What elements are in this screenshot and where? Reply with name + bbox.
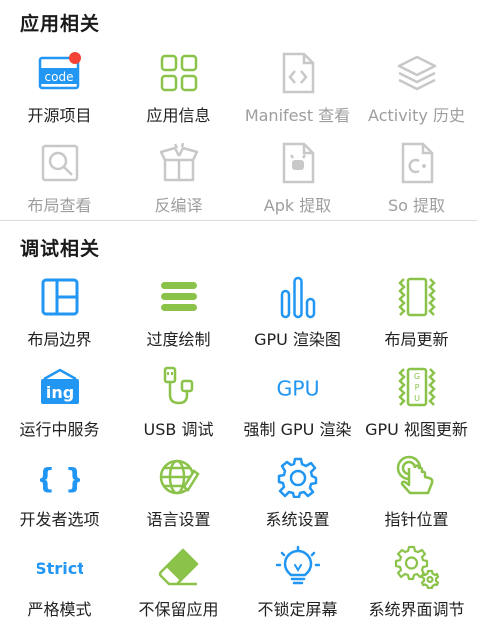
tile-label: 应用信息	[146, 106, 211, 125]
settings-gear-icon	[275, 454, 321, 500]
tile-label: 运行中服务	[19, 420, 100, 439]
tile-label: 系统设置	[265, 510, 330, 529]
svg-text:G: G	[413, 372, 419, 381]
tile-label: 不锁定屏幕	[257, 600, 338, 619]
layout-view-tile[interactable]: 布局查看	[0, 140, 119, 230]
svg-text:code: code	[44, 70, 73, 84]
tile-label: 反编译	[154, 196, 203, 215]
svg-text:U: U	[414, 394, 420, 403]
developer-options-tile[interactable]: { } 开发者选项	[0, 454, 119, 544]
layout-bounds-tile[interactable]: 布局边界	[0, 274, 119, 364]
activity-history-tile[interactable]: Activity 历史	[357, 50, 476, 140]
grid-apps-icon	[156, 50, 202, 96]
tile-label: 指针位置	[384, 510, 449, 529]
tile-label: 强制 GPU 渲染	[243, 420, 352, 439]
tile-label: 布局更新	[384, 330, 449, 349]
app-info-tile[interactable]: 应用信息	[119, 50, 238, 140]
layout-update-icon	[394, 274, 440, 320]
apk-extract-tile[interactable]: Apk 提取	[238, 140, 357, 230]
so-extract-tile[interactable]: So 提取	[357, 140, 476, 230]
pointer-touch-icon	[394, 454, 440, 500]
decompile-tile[interactable]: 反编译	[119, 140, 238, 230]
gpu-text-icon: GPU	[275, 364, 321, 410]
tile-label: 过度绘制	[146, 330, 211, 349]
tile-label: 系统界面调节	[368, 600, 465, 619]
braces-icon: { }	[37, 454, 83, 500]
svg-text:P: P	[414, 383, 419, 392]
running-services-tile[interactable]: ing 运行中服务	[0, 364, 119, 454]
svg-text:GPU: GPU	[276, 377, 319, 401]
usb-icon	[156, 364, 202, 410]
pointer-location-tile[interactable]: 指针位置	[357, 454, 476, 544]
code-icon: code	[37, 50, 83, 96]
overdraw-tile[interactable]: 过度绘制	[119, 274, 238, 364]
tile-label: 严格模式	[27, 600, 92, 619]
section-title-debug: 调试相关	[20, 238, 101, 260]
layers-icon	[394, 50, 440, 96]
system-settings-tile[interactable]: 系统设置	[238, 454, 357, 544]
section-title-app: 应用相关	[20, 13, 101, 35]
tile-label: So 提取	[387, 196, 446, 215]
strict-icon: Strict	[37, 544, 83, 590]
tile-label: 开发者选项	[19, 510, 100, 529]
so-file-icon	[394, 140, 440, 186]
layout-search-icon	[37, 140, 83, 186]
tile-label: 不保留应用	[138, 600, 219, 619]
tile-label: 布局边界	[27, 330, 92, 349]
system-ui-gears-icon	[394, 544, 440, 590]
decompile-box-icon	[156, 140, 202, 186]
eraser-icon	[156, 544, 202, 590]
language-globe-icon	[156, 454, 202, 500]
tile-label: Manifest 查看	[244, 106, 351, 125]
svg-text:{ }: { }	[40, 462, 80, 495]
force-gpu-render-tile[interactable]: GPU 强制 GPU 渲染	[238, 364, 357, 454]
tile-label: Apk 提取	[263, 196, 332, 215]
gpu-view-update-tile[interactable]: G P U GPU 视图更新	[357, 364, 476, 454]
tile-label: GPU 视图更新	[365, 420, 468, 439]
lightbulb-icon	[275, 544, 321, 590]
open-source-projects-tile[interactable]: code 开源项目	[0, 50, 119, 140]
overdraw-icon	[156, 274, 202, 320]
section-divider	[0, 220, 477, 221]
manifest-file-icon	[275, 50, 321, 96]
gpu-render-graph-tile[interactable]: GPU 渲染图	[238, 274, 357, 364]
tile-label: USB 调试	[143, 420, 214, 439]
layout-bounds-icon	[37, 274, 83, 320]
layout-update-tile[interactable]: 布局更新	[357, 274, 476, 364]
svg-text:ing: ing	[45, 383, 73, 402]
apk-file-icon	[275, 140, 321, 186]
tile-label: GPU 渲染图	[254, 330, 341, 349]
gpu-view-update-icon: G P U	[394, 364, 440, 410]
tile-label: Activity 历史	[368, 106, 465, 125]
svg-text:Strict: Strict	[37, 559, 83, 578]
running-services-icon: ing	[37, 364, 83, 410]
manifest-view-tile[interactable]: Manifest 查看	[238, 50, 357, 140]
tile-label: 语言设置	[146, 510, 211, 529]
tile-label: 开源项目	[27, 106, 92, 125]
tile-label: 布局查看	[27, 196, 92, 215]
usb-debug-tile[interactable]: USB 调试	[119, 364, 238, 454]
gpu-bars-icon	[275, 274, 321, 320]
language-settings-tile[interactable]: 语言设置	[119, 454, 238, 544]
